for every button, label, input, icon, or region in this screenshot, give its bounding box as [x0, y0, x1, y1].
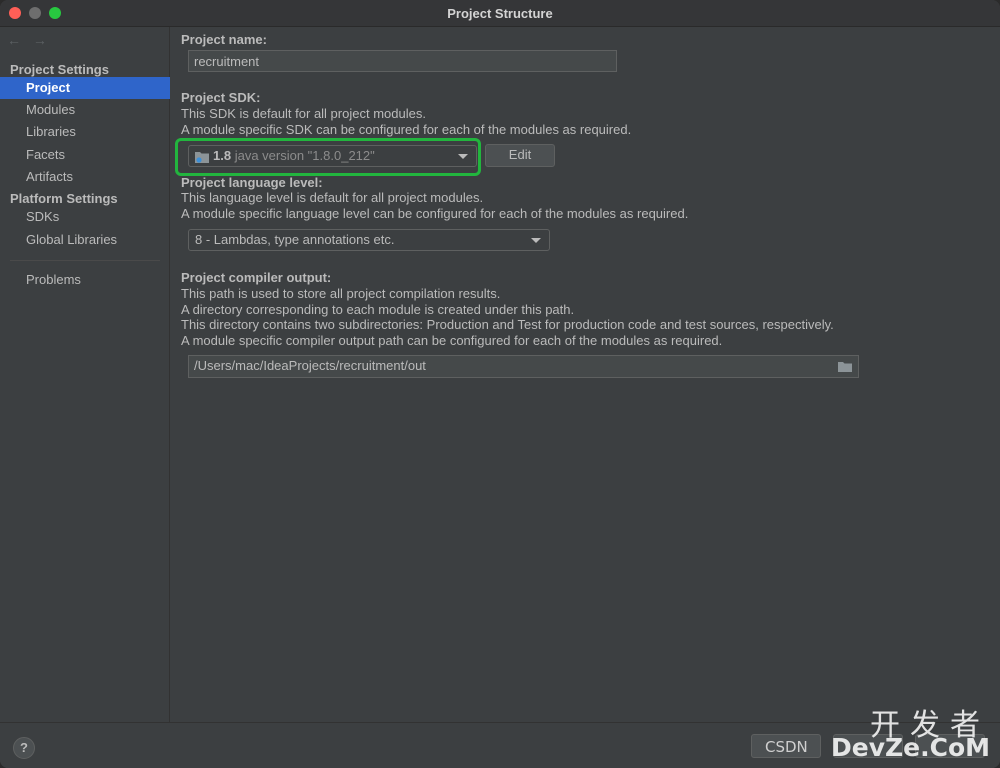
- platform-settings-header: Platform Settings: [10, 191, 118, 206]
- compiler-output-label: Project compiler output:: [181, 270, 332, 285]
- sidebar-item-project[interactable]: Project: [0, 77, 170, 99]
- window-title: Project Structure: [447, 6, 553, 21]
- language-level-value: 8 - Lambdas, type annotations etc.: [195, 232, 395, 247]
- sdk-description-2: A module specific SDK can be configured …: [181, 122, 632, 137]
- project-settings-header: Project Settings: [10, 62, 109, 77]
- sidebar-item-sdks[interactable]: SDKs: [0, 206, 170, 228]
- history-nav: ← →: [7, 32, 55, 48]
- project-name-label: Project name:: [181, 32, 267, 47]
- output-description-2: A directory corresponding to each module…: [181, 302, 575, 317]
- main-panel: Project name: Project SDK: This SDK is d…: [171, 27, 1000, 722]
- chevron-down-icon: [458, 154, 468, 159]
- sidebar-item-artifacts[interactable]: Artifacts: [0, 166, 170, 188]
- sidebar-item-global-libraries[interactable]: Global Libraries: [0, 229, 170, 251]
- sidebar-item-facets[interactable]: Facets: [0, 144, 170, 166]
- chevron-down-icon: [531, 238, 541, 243]
- edit-sdk-button[interactable]: Edit: [485, 144, 555, 167]
- devze-watermark-en: DevZe.CoM: [831, 733, 990, 762]
- sdk-description-1: This SDK is default for all project modu…: [181, 106, 426, 121]
- language-description-2: A module specific language level can be …: [181, 206, 689, 221]
- sidebar-item-modules[interactable]: Modules: [0, 99, 170, 121]
- sdk-folder-icon: [195, 151, 210, 163]
- project-sdk-dropdown[interactable]: 1.8 java version "1.8.0_212": [188, 145, 477, 167]
- output-description-3: This directory contains two subdirectori…: [181, 317, 834, 332]
- compiler-output-path-input[interactable]: /Users/mac/IdeaProjects/recruitment/out: [188, 355, 859, 378]
- help-button[interactable]: ?: [13, 737, 35, 759]
- sidebar-item-problems[interactable]: Problems: [0, 269, 170, 291]
- back-arrow-icon[interactable]: ←: [7, 32, 21, 48]
- compiler-output-path-value: /Users/mac/IdeaProjects/recruitment/out: [194, 358, 426, 373]
- csdn-watermark: CSDN: [765, 738, 808, 756]
- output-description-4: A module specific compiler output path c…: [181, 333, 723, 348]
- sidebar: ← → Project Settings Project Modules Lib…: [0, 27, 170, 722]
- browse-folder-icon[interactable]: [838, 361, 852, 372]
- sdk-version-text: java version "1.8.0_212": [234, 148, 375, 163]
- forward-arrow-icon[interactable]: →: [33, 32, 47, 48]
- output-description-1: This path is used to store all project c…: [181, 286, 501, 301]
- sdk-number: 1.8: [213, 148, 232, 163]
- sidebar-divider: [10, 260, 160, 261]
- language-level-label: Project language level:: [181, 175, 323, 190]
- project-sdk-label: Project SDK:: [181, 90, 261, 105]
- sidebar-item-libraries[interactable]: Libraries: [0, 121, 170, 143]
- language-description-1: This language level is default for all p…: [181, 190, 484, 205]
- project-name-input[interactable]: [188, 50, 617, 72]
- title-bar: Project Structure: [0, 0, 1000, 27]
- language-level-dropdown[interactable]: 8 - Lambdas, type annotations etc.: [188, 229, 550, 251]
- project-structure-window: Project Structure ← → Project Settings P…: [0, 0, 1000, 768]
